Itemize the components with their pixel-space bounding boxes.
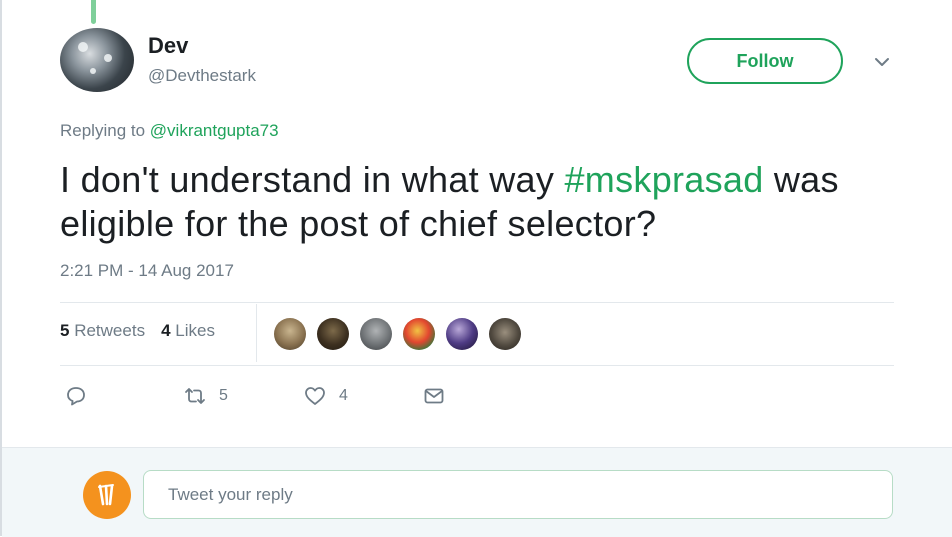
author-avatar[interactable] — [60, 28, 134, 92]
cricket-logo-icon — [98, 484, 114, 506]
current-user-avatar[interactable] — [83, 471, 131, 519]
likes-count: 4 — [161, 321, 171, 340]
liker-avatar-1[interactable] — [274, 318, 306, 350]
replying-mention-link[interactable]: @vikrantgupta73 — [150, 121, 279, 140]
engagement-stats: 5 Retweets 4 Likes — [60, 321, 215, 341]
likes-stat[interactable]: 4 Likes — [161, 321, 215, 341]
follow-button[interactable]: Follow — [687, 38, 843, 84]
tweet-text-start: I don't understand in what way — [60, 159, 565, 200]
retweets-label: Retweets — [74, 321, 146, 340]
liker-avatar-6[interactable] — [489, 318, 521, 350]
thread-connector-line — [91, 0, 96, 24]
likes-label: Likes — [175, 321, 215, 340]
liker-avatar-3[interactable] — [360, 318, 392, 350]
tweet-timestamp[interactable]: 2:21 PM - 14 Aug 2017 — [60, 261, 234, 281]
like-count: 4 — [339, 387, 348, 404]
hashtag-link[interactable]: #mskprasad — [564, 159, 763, 200]
stats-divider-bottom — [60, 365, 894, 366]
liker-avatar-2[interactable] — [317, 318, 349, 350]
retweet-count: 5 — [219, 387, 228, 404]
author-name[interactable]: Dev — [148, 33, 188, 59]
envelope-icon — [424, 388, 444, 404]
retweet-action[interactable]: 5 — [183, 384, 228, 408]
retweets-stat[interactable]: 5 Retweets — [60, 321, 145, 341]
chevron-down-icon[interactable] — [872, 52, 892, 72]
retweets-count: 5 — [60, 321, 70, 340]
direct-message-action[interactable] — [422, 384, 446, 408]
retweet-icon — [185, 388, 205, 404]
tweet-text: I don't understand in what way #mskprasa… — [60, 158, 920, 246]
like-action[interactable]: 4 — [303, 384, 348, 408]
author-handle[interactable]: @Devthestark — [148, 66, 256, 86]
liker-avatar-4[interactable] — [403, 318, 435, 350]
reply-action[interactable] — [64, 384, 88, 408]
heart-icon — [305, 387, 325, 405]
stats-separator — [256, 304, 257, 362]
stats-divider-top — [60, 302, 894, 303]
liker-avatar-5[interactable] — [446, 318, 478, 350]
reply-icon — [67, 387, 85, 406]
replying-to-line: Replying to @vikrantgupta73 — [60, 121, 279, 141]
replying-prefix: Replying to — [60, 121, 150, 140]
tweet-reply-input[interactable]: Tweet your reply — [143, 470, 893, 519]
